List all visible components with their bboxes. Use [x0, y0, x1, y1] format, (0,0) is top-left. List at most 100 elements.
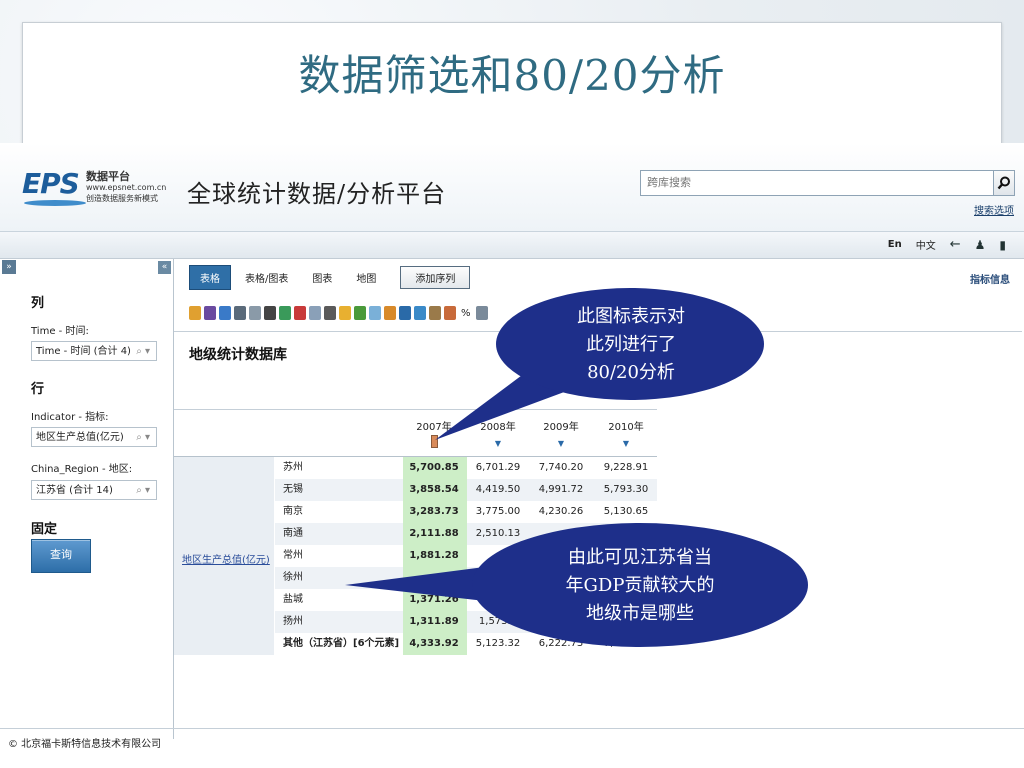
users-icon[interactable]: ♟ [975, 238, 986, 252]
pareto-8020-icon[interactable] [475, 306, 488, 320]
print-icon[interactable] [264, 306, 276, 320]
pareto-marker-icon[interactable] [431, 435, 438, 448]
copyright: © 北京福卡斯特信息技术有限公司 [8, 739, 162, 750]
layout-icon[interactable] [414, 306, 426, 320]
logo-line3: 创造数据服务新模式 [86, 194, 158, 203]
city-cell: 徐州 [283, 572, 303, 583]
open-icon[interactable] [189, 306, 201, 320]
value-cell: 3,775.00 [475, 506, 521, 517]
city-cell: 扬州 [283, 616, 303, 627]
export-excel-icon[interactable] [279, 306, 291, 320]
table-row[interactable]: 苏州 5,700.85 6,701.29 7,740.20 9,228.91 [275, 457, 657, 479]
logo-text: EPS [22, 167, 80, 200]
analysis-icon[interactable] [444, 306, 456, 320]
table-icon[interactable] [399, 306, 411, 320]
refresh-icon[interactable] [219, 306, 231, 320]
tab-map[interactable]: 地图 [346, 266, 386, 289]
callout-top-text: 此图标表示对 此列进行了 80/20分析 [506, 300, 756, 390]
callout-line: 地级市是哪些 [585, 603, 694, 624]
expand-panel-button[interactable]: » [2, 260, 16, 274]
search-options-link[interactable]: 搜索选项 [974, 202, 1014, 217]
chart-icon[interactable] [384, 306, 396, 320]
app-screenshot: EPS 数据平台 www.epsnet.com.cn 创造数据服务新模式 全球统… [0, 143, 1024, 768]
sort-icon[interactable] [339, 306, 351, 320]
copy-icon[interactable] [309, 306, 321, 320]
add-series-button[interactable]: 添加序列 [400, 266, 471, 289]
region-select-value: 江苏省 (合计 14) [36, 485, 113, 496]
collapse-panel-button[interactable]: « [158, 261, 171, 274]
platform-title: 全球统计数据/分析平台 [187, 180, 447, 208]
slide-title: 数据筛选和80/20分析 [298, 51, 726, 100]
time-select-value: Time - 时间 (合计 4) [36, 346, 131, 357]
search-dropdown-icon: ⌕ ▾ [136, 485, 150, 496]
back-arrow-icon[interactable]: ← [950, 237, 961, 252]
value-cell: 3,858.54 [409, 484, 459, 495]
app-subbar: En 中文 ← ♟ ▮ [0, 232, 1024, 259]
document-icon[interactable]: ▮ [999, 238, 1006, 252]
tab-chart[interactable]: 图表 [302, 266, 342, 289]
year-header[interactable]: 2008年 [467, 418, 529, 433]
sort-down-icon[interactable]: ▼ [595, 439, 657, 448]
tab-table-chart[interactable]: 表格/图表 [235, 266, 298, 289]
region-select[interactable]: 江苏省 (合计 14) ⌕ ▾ [31, 480, 157, 500]
time-label: Time - 时间: [31, 326, 89, 337]
undo-icon[interactable] [234, 306, 246, 320]
fixed-section-title: 固定 [31, 522, 58, 537]
indicator-row-link[interactable]: 地区生产总值(亿元) [182, 551, 270, 566]
search-icon [997, 176, 1010, 190]
region-label: China_Region - 地区: [31, 464, 133, 475]
value-cell: 1,881.28 [409, 550, 459, 561]
value-cell: 4,419.50 [475, 484, 521, 495]
filter-icon[interactable] [324, 306, 336, 320]
redo-icon[interactable] [249, 306, 261, 320]
indicator-select[interactable]: 地区生产总值(亿元) ⌕ ▾ [31, 427, 157, 447]
tab-table[interactable]: 表格 [189, 265, 231, 290]
calculator-icon[interactable] [429, 306, 441, 320]
value-cell: 5,700.85 [409, 462, 459, 473]
city-cell: 其他（江苏省）[6个元素] [283, 638, 400, 649]
sort-down-icon[interactable]: ▼ [467, 439, 529, 448]
year-header[interactable]: 2010年 [595, 418, 657, 433]
eps-logo[interactable]: EPS 数据平台 www.epsnet.com.cn 创造数据服务新模式 [22, 167, 166, 215]
value-cell: 6,222.73 [538, 638, 584, 649]
sort-down-icon[interactable]: ▼ [530, 439, 592, 448]
city-cell: 南通 [283, 528, 303, 539]
indicator-info-link[interactable]: 指标信息 [970, 271, 1010, 286]
value-cell: 4,333.92 [409, 638, 459, 649]
lang-cn-button[interactable]: 中文 [916, 237, 936, 252]
query-button[interactable]: 查询 [31, 539, 91, 573]
year-header[interactable]: 2007年 [403, 418, 465, 433]
save-icon[interactable] [204, 306, 216, 320]
lang-en-button[interactable]: En [888, 239, 902, 250]
percent-icon[interactable]: % [459, 308, 473, 319]
columns-icon[interactable] [369, 306, 381, 320]
export-pdf-icon[interactable] [294, 306, 306, 320]
value-cell: 5,793.30 [603, 484, 649, 495]
indicator-label: Indicator - 指标: [31, 412, 109, 423]
value-cell: 5,123.32 [475, 638, 521, 649]
value-cell: 3,283.73 [409, 506, 459, 517]
table-row[interactable]: 其他（江苏省）[6个元素] 4,333.92 5,123.32 6,222.73 7,0… [275, 633, 657, 655]
value-cell: 9,228.91 [603, 462, 649, 473]
table-row[interactable]: 南京 3,283.73 3,775.00 4,230.26 5,130.65 [275, 501, 657, 523]
value-cell: 2,111.88 [409, 528, 459, 539]
search-box [640, 170, 994, 196]
callout-line: 80/20分析 [587, 362, 675, 383]
value-cell: 4,230.26 [538, 506, 584, 517]
left-panel: « 列 Time - 时间: Time - 时间 (合计 4) ⌕ ▾ 行 In… [20, 259, 174, 739]
time-select[interactable]: Time - 时间 (合计 4) ⌕ ▾ [31, 341, 157, 361]
indicator-select-value: 地区生产总值(亿元) [36, 432, 124, 443]
search-input[interactable] [641, 171, 993, 193]
value-cell: 4,991.72 [538, 484, 584, 495]
table-row[interactable]: 无锡 3,858.54 4,419.50 4,991.72 5,793.30 [275, 479, 657, 501]
city-cell: 盐城 [283, 594, 303, 605]
search-button[interactable] [993, 170, 1015, 196]
database-title: 地级统计数据库 [189, 347, 287, 363]
row-section-title: 行 [31, 382, 45, 397]
column-section-title: 列 [31, 296, 45, 311]
divider [0, 728, 1024, 729]
value-cell: 1,311.89 [409, 616, 459, 627]
grid-icon[interactable] [354, 306, 366, 320]
year-header[interactable]: 2009年 [530, 418, 592, 433]
app-header: EPS 数据平台 www.epsnet.com.cn 创造数据服务新模式 全球统… [0, 143, 1024, 232]
